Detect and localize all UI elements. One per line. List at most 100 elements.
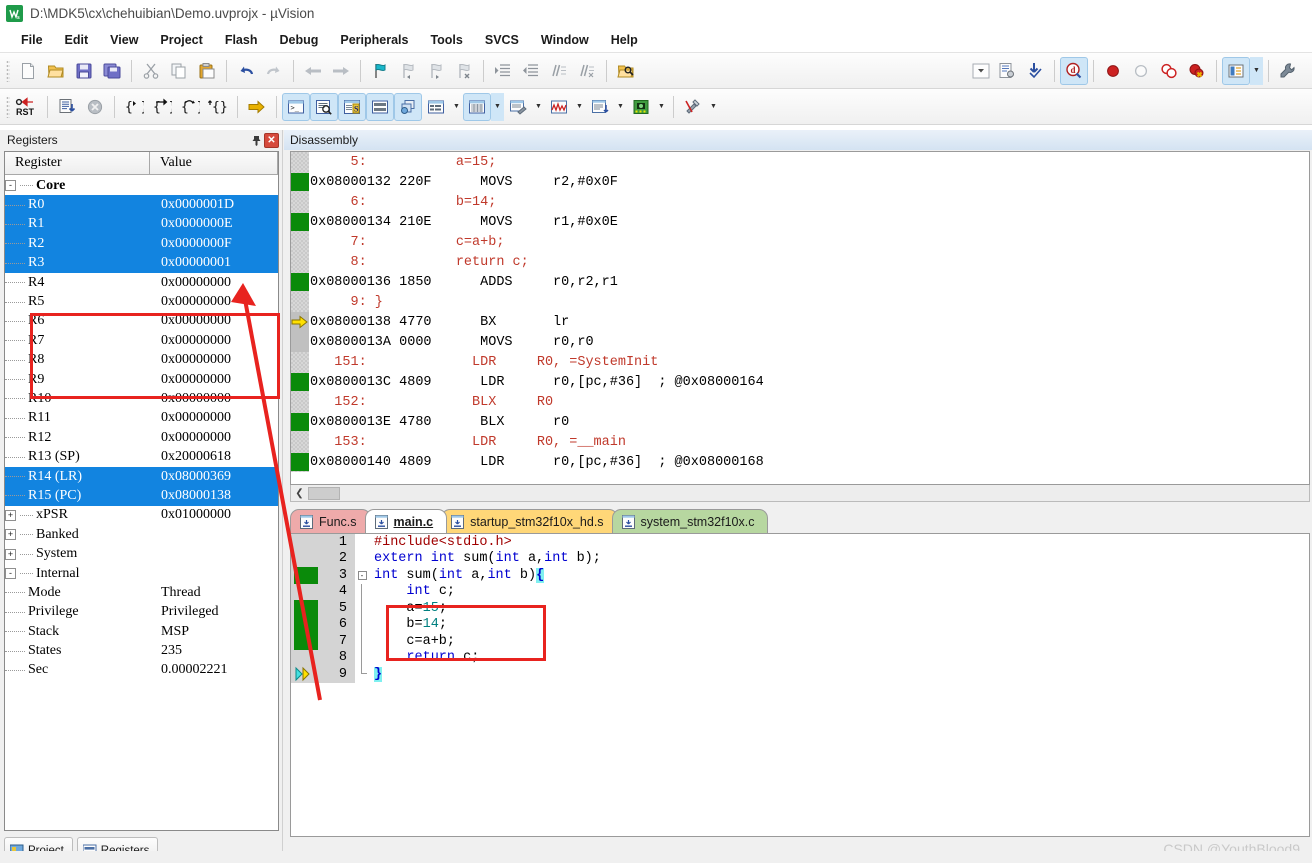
registers-window-icon[interactable]	[366, 92, 394, 121]
serial-windows-icon[interactable]	[504, 93, 532, 121]
menu-item-peripherals[interactable]: Peripherals	[329, 30, 419, 50]
run-to-cursor-icon[interactable]: {}	[204, 93, 232, 121]
breakpoint-capable-marker-icon[interactable]	[291, 452, 309, 472]
disassembly-line[interactable]: 0x08000140 4809 LDR r0,[pc,#36] ; @0x080…	[291, 452, 1309, 472]
analysis-windows-icon[interactable]	[545, 93, 573, 121]
register-row[interactable]: R1 0x0000000E	[5, 214, 278, 235]
bookmark-next-icon[interactable]	[422, 57, 450, 85]
breakpoint-capable-marker-icon[interactable]	[291, 600, 319, 617]
register-row[interactable]: R10 0x00000000	[5, 389, 278, 408]
register-value[interactable]: 0x00000000	[161, 313, 231, 329]
register-value[interactable]: 0x0000001D	[161, 197, 234, 213]
menu-item-tools[interactable]: Tools	[419, 30, 473, 50]
register-row[interactable]: Sec 0.00002221	[5, 661, 278, 680]
run-icon[interactable]	[53, 93, 81, 121]
toolbar-grip[interactable]	[6, 95, 10, 118]
disassembly-line[interactable]: 152: BLX R0	[291, 392, 1309, 412]
register-row[interactable]: R6 0x00000000	[5, 312, 278, 331]
toolbar-grip[interactable]	[6, 59, 10, 82]
register-row[interactable]: R12 0x00000000	[5, 428, 278, 447]
undo-icon[interactable]	[232, 57, 260, 85]
column-header-value[interactable]: Value	[150, 152, 278, 174]
register-row[interactable]: + Banked	[5, 525, 278, 544]
menu-item-file[interactable]: File	[10, 30, 54, 50]
register-value[interactable]: 0x08000138	[161, 488, 231, 504]
disassembly-line[interactable]: 5: a=15;	[291, 152, 1309, 172]
code-editor[interactable]: 1 #include<stdio.h> 2 extern int sum(int a,…	[290, 534, 1310, 837]
analysis-windows-dropdown-icon[interactable]: ▼	[573, 93, 586, 121]
disassembly-line[interactable]: 9: }	[291, 292, 1309, 312]
call-stack-window-icon[interactable]	[394, 92, 422, 121]
register-row[interactable]: Mode Thread	[5, 583, 278, 602]
fold-collapse-icon[interactable]: -	[355, 567, 369, 584]
stop-icon[interactable]	[81, 93, 109, 121]
file-tab-startup-stm32f10x-hd-s[interactable]: startup_stm32f10x_hd.s	[441, 509, 618, 533]
register-row[interactable]: R2 0x0000000F	[5, 234, 278, 254]
breakpoint-disable-icon[interactable]	[1127, 57, 1155, 85]
register-row[interactable]: Privilege Privileged	[5, 603, 278, 622]
register-row[interactable]: - Core	[5, 176, 278, 195]
open-file-icon[interactable]	[42, 57, 70, 85]
scrollbar-thumb[interactable]	[308, 486, 340, 500]
register-value[interactable]: 0x01000000	[161, 507, 231, 523]
program-counter-arrow-icon[interactable]	[291, 312, 309, 332]
register-row[interactable]: R4 0x00000000	[5, 273, 278, 292]
disassembly-gutter[interactable]	[291, 392, 309, 412]
menu-item-svcs[interactable]: SVCS	[474, 30, 530, 50]
configure-icon[interactable]	[1274, 57, 1302, 85]
editor-gutter[interactable]	[291, 550, 319, 567]
editor-line[interactable]: 9}	[291, 666, 1309, 683]
toolbox-dropdown-icon[interactable]: ▼	[707, 93, 720, 121]
register-value[interactable]: 0x00000000	[161, 333, 231, 349]
register-value[interactable]: 0x00000000	[161, 294, 231, 310]
register-value[interactable]: 0x00000000	[161, 430, 231, 446]
navigate-back-icon[interactable]	[299, 57, 327, 85]
tree-expander-icon[interactable]: -	[5, 180, 16, 192]
dropdown-chevron-icon[interactable]	[969, 57, 993, 85]
register-value[interactable]: MSP	[161, 624, 189, 640]
register-row[interactable]: Stack MSP	[5, 622, 278, 641]
breakpoint-capable-marker-icon[interactable]	[291, 212, 309, 232]
register-value[interactable]: Privileged	[161, 604, 219, 620]
disassembly-line[interactable]: 0x08000134 210E MOVS r1,#0x0E	[291, 212, 1309, 232]
copy-icon[interactable]	[165, 57, 193, 85]
breakpoint-insert-icon[interactable]	[1099, 57, 1127, 85]
disassembly-gutter[interactable]	[291, 432, 309, 452]
uncomment-lines-icon[interactable]	[573, 57, 601, 85]
system-viewer-icon[interactable]	[627, 93, 655, 121]
editor-gutter[interactable]	[291, 649, 319, 666]
indent-right-icon[interactable]	[489, 57, 517, 85]
menu-item-debug[interactable]: Debug	[268, 30, 329, 50]
redo-icon[interactable]	[260, 57, 288, 85]
register-value[interactable]: 0x00000001	[161, 255, 231, 271]
register-value[interactable]: 0x00000000	[161, 391, 231, 407]
breakpoint-capable-marker-icon[interactable]	[291, 567, 319, 584]
editor-line[interactable]: 1 #include<stdio.h>	[291, 534, 1309, 551]
save-icon[interactable]	[70, 57, 98, 85]
menu-item-help[interactable]: Help	[600, 30, 649, 50]
disassembly-view[interactable]: 5: a=15; 0x08000132 220F MOVS r2,#0x0F 6:…	[290, 151, 1310, 485]
watch-windows-dropdown-icon[interactable]: ▼	[450, 93, 463, 121]
editor-line[interactable]: 2 extern int sum(int a,int b);	[291, 550, 1309, 567]
register-row[interactable]: R9 0x00000000	[5, 370, 278, 389]
register-value[interactable]: 0.00002221	[161, 662, 228, 678]
register-value[interactable]: 0x00000000	[161, 410, 231, 426]
register-value[interactable]: 0x20000618	[161, 449, 231, 465]
register-row[interactable]: + System	[5, 544, 278, 563]
register-row[interactable]: R5 0x00000000	[5, 292, 278, 311]
editor-gutter[interactable]	[291, 534, 319, 551]
register-value[interactable]: 0x0000000F	[161, 236, 232, 252]
register-value[interactable]: 0x0000000E	[161, 216, 233, 232]
bookmark-clear-icon[interactable]	[450, 57, 478, 85]
step-over-icon[interactable]: { }	[148, 93, 176, 121]
disassembly-line[interactable]: 0x08000138 4770 BX lr	[291, 312, 1309, 332]
disassembly-line[interactable]: 0x0800013C 4809 LDR r0,[pc,#36] ; @0x080…	[291, 372, 1309, 392]
memory-windows-icon[interactable]	[463, 92, 491, 121]
toolbox-icon[interactable]	[679, 93, 707, 121]
disassembly-gutter[interactable]	[291, 352, 309, 372]
menu-item-view[interactable]: View	[99, 30, 149, 50]
navigate-forward-icon[interactable]	[327, 57, 355, 85]
editor-line[interactable]: 8 return c;	[291, 649, 1309, 666]
disassembly-line[interactable]: 7: c=a+b;	[291, 232, 1309, 252]
file-tab-func-s[interactable]: Func.s	[290, 509, 371, 533]
